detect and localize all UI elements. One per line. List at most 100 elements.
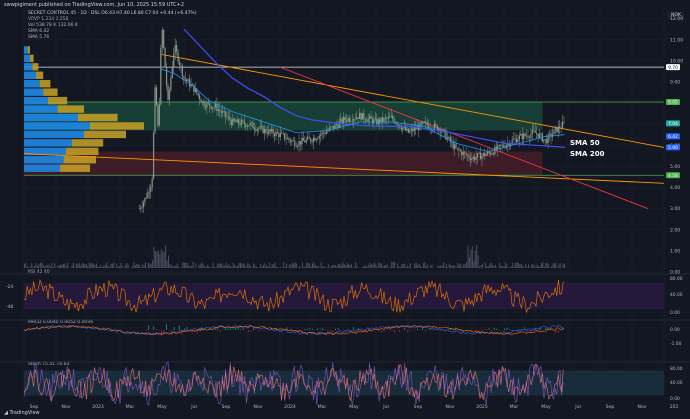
macd-histogram-bar (504, 328, 505, 330)
volume-bar (25, 262, 27, 268)
volume-bar (337, 264, 339, 268)
volume-bar (241, 263, 243, 268)
price-axis[interactable]: 12.0011.0010.009.008.007.006.005.004.003… (6, 16, 683, 402)
volume-bar (257, 267, 259, 268)
volume-bar (61, 264, 63, 268)
candle-body (482, 153, 484, 156)
volume-bar (502, 266, 504, 268)
candle-body (456, 148, 459, 149)
vp-bar-up (24, 122, 90, 130)
candle-body (299, 141, 302, 145)
volume-bar (322, 266, 324, 268)
candle-body (501, 144, 503, 146)
candle-body (145, 197, 147, 199)
volume-bar (71, 265, 73, 268)
candle-body (217, 109, 219, 111)
candle-body (276, 131, 279, 134)
candle-body (140, 208, 142, 209)
volume-bar (425, 266, 427, 268)
candle-body (384, 118, 387, 119)
macd-histogram-bar (248, 330, 249, 333)
volume-bar (369, 262, 371, 268)
candle-body (461, 151, 463, 156)
volume-bar (522, 265, 524, 268)
volume-bar (349, 264, 351, 268)
candle-body (402, 127, 404, 130)
price-chart[interactable]: SMA 50 SMA 200 12.0011.0010.009.008.007.… (0, 0, 690, 419)
macd-histogram-bar (396, 330, 398, 331)
pane-tick-label: 0.00 (670, 310, 680, 316)
volume-bar (548, 264, 550, 268)
candle-body (370, 116, 372, 119)
volume-bar (58, 265, 60, 268)
volume-bar (362, 266, 364, 268)
volume-bar (24, 264, 25, 268)
volume-bar (546, 263, 548, 268)
vp-bar-up (24, 130, 84, 139)
candle-body (523, 133, 525, 140)
candle-body (230, 120, 232, 125)
vp-bar-up (24, 71, 36, 79)
vp-bar-up (24, 156, 64, 164)
candle-body (393, 118, 395, 123)
candle-body (500, 144, 502, 146)
x-tick-label: Nov (254, 404, 263, 410)
volume-bar (299, 265, 301, 268)
indicator-panes (0, 273, 690, 407)
candle-body (335, 124, 338, 125)
candle-body (308, 136, 310, 139)
volume-bar (304, 266, 306, 268)
volume-bar (132, 266, 133, 268)
volume-bar (41, 262, 43, 268)
candle-body (536, 132, 538, 134)
volume-bar (489, 263, 491, 268)
volume-bar (244, 264, 246, 268)
candle-body (309, 138, 312, 142)
volume-bar (515, 262, 517, 268)
candle-body (441, 131, 443, 133)
candle-body (330, 127, 332, 128)
y-tick-label: 12.00 (670, 16, 683, 22)
volume-bar (202, 263, 204, 268)
volume-bar (479, 266, 481, 268)
candle-body (256, 128, 258, 131)
volume-bar (205, 267, 207, 268)
price-tag-label: 7.04 (668, 121, 678, 127)
volume-bar (477, 255, 479, 268)
volume-bar (209, 267, 211, 268)
time-axis[interactable]: Sep Nov 2023 Mar May Jul Sep Nov 2024 Mar May Jul Se… (30, 404, 679, 410)
volume-bar (378, 262, 380, 268)
volume-bar (476, 245, 478, 268)
vp-bar-up (24, 88, 44, 96)
macd-histogram-bar (483, 330, 485, 331)
candle-body (318, 135, 320, 139)
volume-bar (96, 263, 97, 268)
candle-body (165, 67, 168, 86)
candle-body (420, 122, 423, 124)
y-tick-label: 10.00 (670, 58, 683, 64)
candle-body (469, 157, 471, 161)
volume-bar (556, 267, 558, 268)
macd-histogram-bar (555, 330, 557, 333)
candle-body (168, 90, 171, 100)
volume-bar (189, 265, 191, 268)
volume-bar (405, 266, 407, 268)
volume-bar (188, 265, 190, 268)
volume-bar (180, 267, 182, 268)
candle-body (163, 30, 165, 48)
candle-body (360, 113, 362, 120)
volume-bar (535, 267, 537, 268)
macd-line (23, 324, 564, 336)
volume-bar (402, 264, 404, 268)
candle-body (563, 121, 565, 123)
candle-body (425, 122, 427, 123)
candle-body (261, 126, 263, 127)
macd-histogram-bar (260, 330, 262, 331)
candle-body (216, 104, 218, 111)
volume-bar (255, 266, 257, 268)
candle-body (226, 116, 228, 118)
volume-bar (113, 262, 115, 268)
volume-bar (316, 266, 318, 268)
candle-body (151, 178, 153, 188)
volume-bar (208, 266, 210, 268)
